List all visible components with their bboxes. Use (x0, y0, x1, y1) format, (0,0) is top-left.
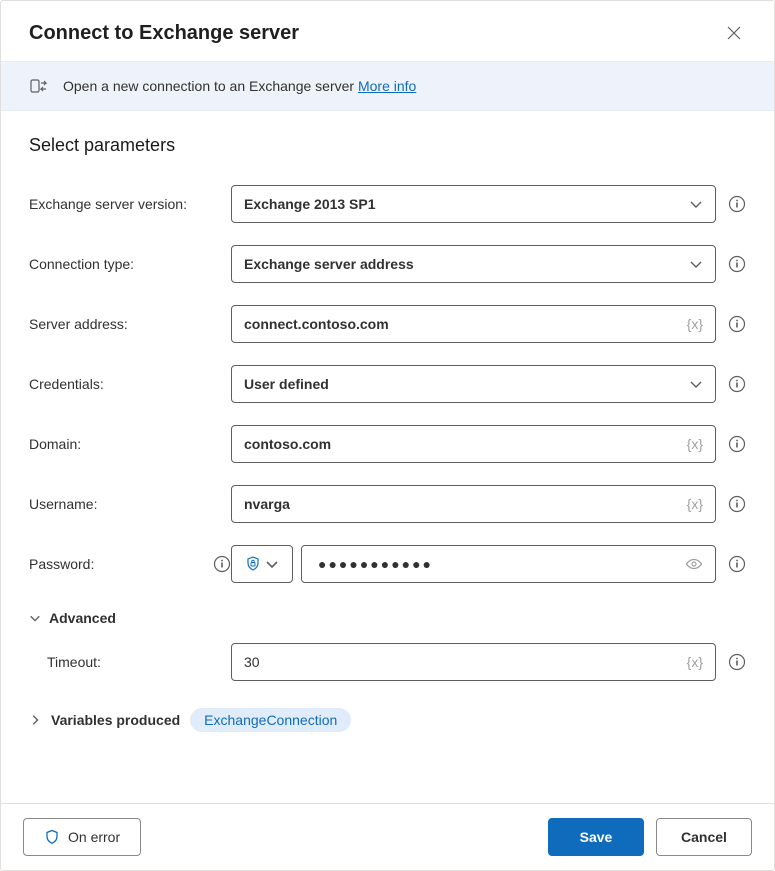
variable-chip[interactable]: ExchangeConnection (190, 708, 351, 732)
chevron-down-icon (689, 257, 703, 271)
row-timeout: Timeout: 30 {x} (29, 632, 746, 692)
chevron-right-icon (29, 714, 41, 726)
row-exchange-version: Exchange server version: Exchange 2013 S… (29, 174, 746, 234)
info-icon-connection-type[interactable] (728, 255, 746, 273)
info-icon-password[interactable] (728, 555, 746, 573)
variable-icon[interactable]: {x} (687, 436, 703, 452)
select-credentials-value: User defined (244, 376, 689, 392)
variables-produced-toggle[interactable]: Variables produced ExchangeConnection (29, 708, 746, 732)
input-username-value: nvarga (244, 496, 679, 512)
input-username[interactable]: nvarga {x} (231, 485, 716, 523)
row-password: Password: ●●●●●●●●●●● (29, 534, 746, 594)
dialog-body: Select parameters Exchange server versio… (1, 111, 774, 803)
input-password-value: ●●●●●●●●●●● (318, 556, 677, 572)
advanced-label: Advanced (49, 610, 116, 626)
info-icon-version[interactable] (728, 195, 746, 213)
section-heading: Select parameters (29, 135, 746, 156)
row-credentials: Credentials: User defined (29, 354, 746, 414)
chevron-down-icon (689, 377, 703, 391)
close-icon (727, 26, 741, 40)
select-exchange-version-value: Exchange 2013 SP1 (244, 196, 689, 212)
row-username: Username: nvarga {x} (29, 474, 746, 534)
info-bar: Open a new connection to an Exchange ser… (1, 61, 774, 111)
chevron-down-icon (265, 557, 279, 571)
cancel-label: Cancel (681, 829, 727, 845)
sensitive-value-button[interactable] (231, 545, 293, 583)
dialog-footer: On error Save Cancel (1, 803, 774, 870)
variable-icon[interactable]: {x} (687, 654, 703, 670)
save-label: Save (580, 829, 613, 845)
variable-icon[interactable]: {x} (687, 316, 703, 332)
info-bar-message: Open a new connection to an Exchange ser… (63, 78, 354, 94)
dialog-title: Connect to Exchange server (29, 22, 299, 45)
label-password: Password: (29, 555, 231, 573)
label-username: Username: (29, 496, 231, 512)
row-server-address: Server address: connect.contoso.com {x} (29, 294, 746, 354)
label-exchange-version: Exchange server version: (29, 196, 231, 212)
input-password[interactable]: ●●●●●●●●●●● (301, 545, 716, 583)
variable-icon[interactable]: {x} (687, 496, 703, 512)
exchange-action-icon (29, 76, 49, 96)
variables-produced-label: Variables produced (51, 712, 180, 728)
select-exchange-version[interactable]: Exchange 2013 SP1 (231, 185, 716, 223)
select-connection-type-value: Exchange server address (244, 256, 689, 272)
footer-right-buttons: Save Cancel (548, 818, 752, 856)
close-button[interactable] (718, 17, 750, 49)
cancel-button[interactable]: Cancel (656, 818, 752, 856)
info-bar-text: Open a new connection to an Exchange ser… (63, 78, 416, 94)
input-timeout-value: 30 (244, 654, 679, 670)
input-domain[interactable]: contoso.com {x} (231, 425, 716, 463)
input-server-address-value: connect.contoso.com (244, 316, 679, 332)
label-timeout: Timeout: (47, 654, 231, 670)
chevron-down-icon (689, 197, 703, 211)
on-error-label: On error (68, 829, 120, 845)
input-domain-value: contoso.com (244, 436, 679, 452)
label-server-address: Server address: (29, 316, 231, 332)
info-icon-credentials[interactable] (728, 375, 746, 393)
label-connection-type: Connection type: (29, 256, 231, 272)
show-password-button[interactable] (685, 555, 703, 573)
shield-icon (44, 829, 60, 845)
dialog-header: Connect to Exchange server (1, 1, 774, 61)
shield-lock-icon (245, 556, 261, 572)
input-server-address[interactable]: connect.contoso.com {x} (231, 305, 716, 343)
label-password-text: Password: (29, 556, 94, 572)
input-timeout[interactable]: 30 {x} (231, 643, 716, 681)
info-icon-password-label[interactable] (213, 555, 231, 573)
advanced-toggle[interactable]: Advanced (29, 610, 746, 626)
on-error-button[interactable]: On error (23, 818, 141, 856)
save-button[interactable]: Save (548, 818, 644, 856)
row-domain: Domain: contoso.com {x} (29, 414, 746, 474)
select-credentials[interactable]: User defined (231, 365, 716, 403)
label-domain: Domain: (29, 436, 231, 452)
dialog: Connect to Exchange server Open a new co… (0, 0, 775, 871)
chevron-down-icon (29, 612, 41, 624)
row-connection-type: Connection type: Exchange server address (29, 234, 746, 294)
info-icon-server-address[interactable] (728, 315, 746, 333)
info-icon-domain[interactable] (728, 435, 746, 453)
select-connection-type[interactable]: Exchange server address (231, 245, 716, 283)
more-info-link[interactable]: More info (358, 78, 416, 94)
label-credentials: Credentials: (29, 376, 231, 392)
eye-icon (685, 555, 703, 573)
info-icon-timeout[interactable] (728, 653, 746, 671)
info-icon-username[interactable] (728, 495, 746, 513)
